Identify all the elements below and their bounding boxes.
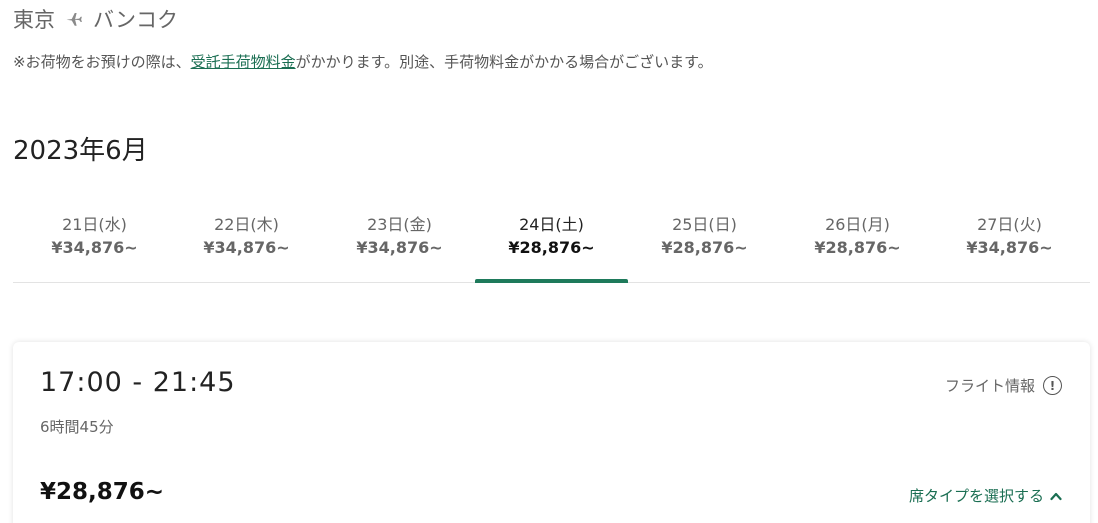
- date-tab-date: 24日(土): [519, 215, 584, 234]
- date-tab-date: 26日(月): [825, 215, 890, 234]
- date-tab-date: 23日(金): [367, 215, 432, 234]
- date-tab-price: ¥34,876~: [203, 238, 290, 257]
- date-tab-date: 27日(火): [977, 215, 1042, 234]
- date-tab-price: ¥34,876~: [51, 238, 138, 257]
- route-origin: 東京: [13, 8, 55, 32]
- date-tab-22[interactable]: 22日(木) ¥34,876~: [170, 200, 323, 282]
- date-tab-24-selected[interactable]: 24日(土) ¥28,876~: [475, 200, 628, 283]
- flight-time: 17:00 - 21:45: [40, 367, 236, 398]
- date-tabs: 21日(水) ¥34,876~ 22日(木) ¥34,876~ 23日(金) ¥…: [13, 200, 1090, 283]
- route-header: 東京 バンコク: [13, 4, 178, 34]
- route-destination: バンコク: [93, 8, 179, 32]
- date-tab-26[interactable]: 26日(月) ¥28,876~: [781, 200, 934, 282]
- flight-card: 17:00 - 21:45 6時間45分 フライト情報 ! ¥28,876~ 席…: [13, 342, 1090, 523]
- flight-info-label: フライト情報: [944, 377, 1035, 395]
- date-tab-price: ¥28,876~: [508, 238, 595, 257]
- date-tab-21[interactable]: 21日(水) ¥34,876~: [18, 200, 171, 282]
- flight-info-button[interactable]: フライト情報 !: [945, 375, 1062, 396]
- date-tab-price: ¥28,876~: [814, 238, 901, 257]
- chevron-up-icon: [1050, 491, 1062, 501]
- info-icon: !: [1043, 376, 1062, 395]
- baggage-fee-link[interactable]: 受託手荷物料金: [191, 53, 296, 71]
- date-tab-25[interactable]: 25日(日) ¥28,876~: [628, 200, 781, 282]
- date-tab-23[interactable]: 23日(金) ¥34,876~: [323, 200, 476, 282]
- seat-type-select-button[interactable]: 席タイプを選択する: [909, 485, 1062, 506]
- date-tab-price: ¥34,876~: [966, 238, 1053, 257]
- flight-duration: 6時間45分: [40, 418, 114, 436]
- date-tab-price: ¥28,876~: [661, 238, 748, 257]
- date-tab-27[interactable]: 27日(火) ¥34,876~: [933, 200, 1086, 282]
- date-tab-date: 21日(水): [62, 215, 127, 234]
- page: 東京 バンコク ※お荷物をお預けの際は、受託手荷物料金がかかります。別途、手荷物…: [0, 0, 1098, 523]
- seat-type-label: 席タイプを選択する: [908, 487, 1044, 505]
- baggage-notice: ※お荷物をお預けの際は、受託手荷物料金がかかります。別途、手荷物料金がかかる場合…: [13, 53, 713, 71]
- date-tab-price: ¥34,876~: [356, 238, 443, 257]
- date-tab-date: 22日(木): [214, 215, 279, 234]
- flight-price: ¥28,876~: [40, 479, 165, 505]
- date-tab-date: 25日(日): [672, 215, 737, 234]
- month-title: 2023年6月: [13, 136, 148, 166]
- plane-icon: [65, 11, 83, 27]
